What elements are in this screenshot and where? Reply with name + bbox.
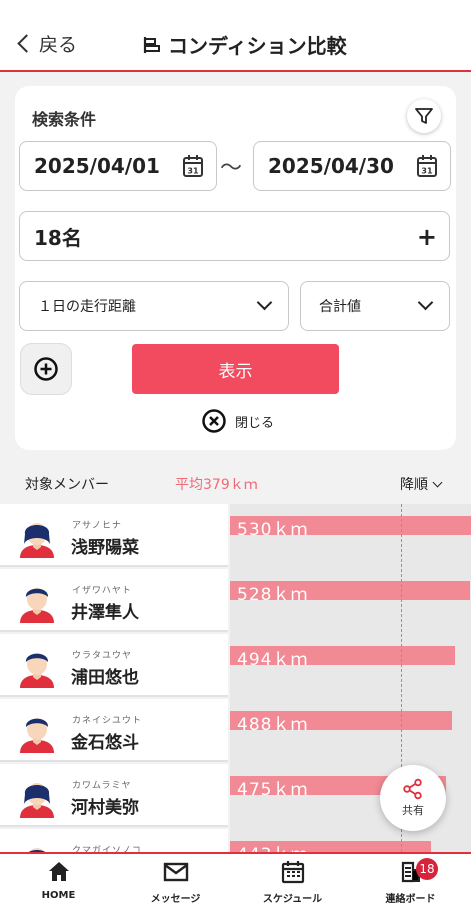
member-name: 浅野陽菜: [71, 538, 139, 558]
share-label: 共有: [402, 804, 424, 817]
date-to-value: 2025/04/30: [268, 154, 394, 178]
back-label: 戻る: [39, 34, 78, 56]
chevron-down-icon: [417, 294, 434, 311]
member-kana: イザワハヤト: [72, 586, 132, 596]
avatar-icon: [20, 588, 54, 623]
member-name: 浦田悠也: [71, 668, 139, 688]
member-name: 金石悠斗: [71, 733, 139, 753]
calendar-icon: [281, 861, 304, 884]
members-header: 対象メンバー 平均379ｋｍ 降順: [0, 464, 471, 504]
member-count-value: 18名: [34, 225, 82, 250]
svg-text:31: 31: [187, 167, 199, 176]
plus-circle-icon: [34, 357, 58, 381]
calendar-icon: 31: [183, 155, 203, 177]
row-divider: [0, 825, 228, 827]
average-label: 平均379ｋｍ: [175, 477, 258, 493]
member-info: アサノヒナ 浅野陽菜: [0, 504, 228, 567]
member-info: クマガイソノコ: [0, 829, 228, 852]
member-info: カネイシユウト金石悠斗: [0, 699, 228, 762]
sort-label: 降順: [400, 477, 428, 493]
back-button[interactable]: 戻る: [16, 30, 77, 57]
member-count-field[interactable]: 18名 +: [19, 211, 450, 261]
app-header: 戻る コンディション比較: [0, 0, 471, 72]
svg-text:31: 31: [421, 167, 433, 176]
chevron-left-icon: [17, 34, 36, 53]
date-from-field[interactable]: 2025/04/01 31: [19, 141, 217, 191]
member-name: 河村美弥: [71, 798, 139, 818]
distance-label: 528ｋｍ: [237, 585, 309, 605]
share-icon: [403, 778, 422, 800]
member-name: 井澤隼人: [71, 603, 139, 623]
avatar-icon: [20, 523, 54, 558]
distance-label: 475ｋｍ: [237, 780, 309, 800]
avatar-icon: [20, 783, 54, 818]
show-button[interactable]: 表示: [132, 344, 339, 394]
member-info: ウラタユウヤ浦田悠也: [0, 634, 228, 697]
distance-label: 530ｋｍ: [237, 520, 309, 540]
nav-message[interactable]: メッセージ: [117, 860, 234, 905]
nav-schedule[interactable]: スケジュール: [234, 860, 351, 905]
members-label: 対象メンバー: [25, 477, 109, 493]
nav-schedule-label: スケジュール: [262, 894, 323, 905]
avatar-icon: [28, 848, 46, 852]
date-to-field[interactable]: 2025/04/30 31: [253, 141, 451, 191]
member-info: イザワハヤト井澤隼人: [0, 569, 228, 632]
bottom-nav: HOME メッセージ スケジュール 18 連絡ボード: [0, 852, 471, 916]
plus-icon: +: [416, 223, 437, 251]
close-label: 閉じる: [235, 415, 275, 431]
nav-home[interactable]: HOME: [0, 860, 117, 901]
add-condition-button[interactable]: [20, 343, 72, 395]
date-from-value: 2025/04/01: [34, 154, 160, 178]
nav-board[interactable]: 18 連絡ボード: [352, 858, 469, 905]
nav-home-label: HOME: [41, 890, 76, 901]
member-kana: カネイシユウト: [72, 716, 143, 726]
row-divider: [0, 565, 228, 567]
member-info: カワムラミヤ河村美弥: [0, 764, 228, 827]
chevron-down-icon: [256, 294, 273, 311]
calendar-icon: 31: [417, 155, 437, 177]
filter-icon: [415, 108, 433, 124]
nav-board-label: 連絡ボード: [385, 894, 436, 905]
row-divider: [0, 695, 228, 697]
chevron-down-icon: [432, 477, 443, 487]
close-button[interactable]: 閉じる: [201, 408, 274, 434]
search-card: 検索条件 2025/04/01 31 〜 2025/04/30 31 18名 +…: [15, 86, 456, 450]
distance-label: 443ｋｍ: [237, 840, 308, 852]
home-icon: [48, 862, 69, 881]
share-button[interactable]: 共有: [380, 765, 446, 831]
row-divider: [0, 760, 228, 762]
sort-dropdown[interactable]: 降順: [400, 474, 443, 494]
date-separator: 〜: [220, 156, 243, 181]
distance-label: 488ｋｍ: [237, 715, 309, 735]
search-title: 検索条件: [32, 110, 97, 129]
distance-label: 494ｋｍ: [237, 650, 309, 670]
member-kana: ウラタユウヤ: [72, 651, 133, 661]
nav-message-label: メッセージ: [150, 894, 201, 905]
aggregate-select-value: 合計値: [319, 299, 361, 315]
notification-badge: 18: [416, 858, 438, 880]
aggregate-select[interactable]: 合計値: [300, 281, 450, 331]
member-kana: カワムラミヤ: [72, 781, 132, 791]
row-divider: [0, 630, 228, 632]
avatar-icon: [20, 718, 54, 753]
mail-icon: [163, 862, 188, 882]
filter-button[interactable]: [407, 99, 441, 133]
title-wrap: コンディション比較: [142, 30, 347, 59]
metric-select-value: １日の走行距離: [38, 299, 136, 315]
avatar-icon: [20, 653, 54, 688]
page-title: コンディション比較: [168, 34, 347, 58]
metric-select[interactable]: １日の走行距離: [19, 281, 289, 331]
close-circle-icon: [202, 409, 226, 433]
member-kana: クマガイソノコ: [72, 846, 142, 852]
member-kana: アサノヒナ: [72, 521, 122, 531]
compare-chart-icon: [143, 36, 160, 53]
